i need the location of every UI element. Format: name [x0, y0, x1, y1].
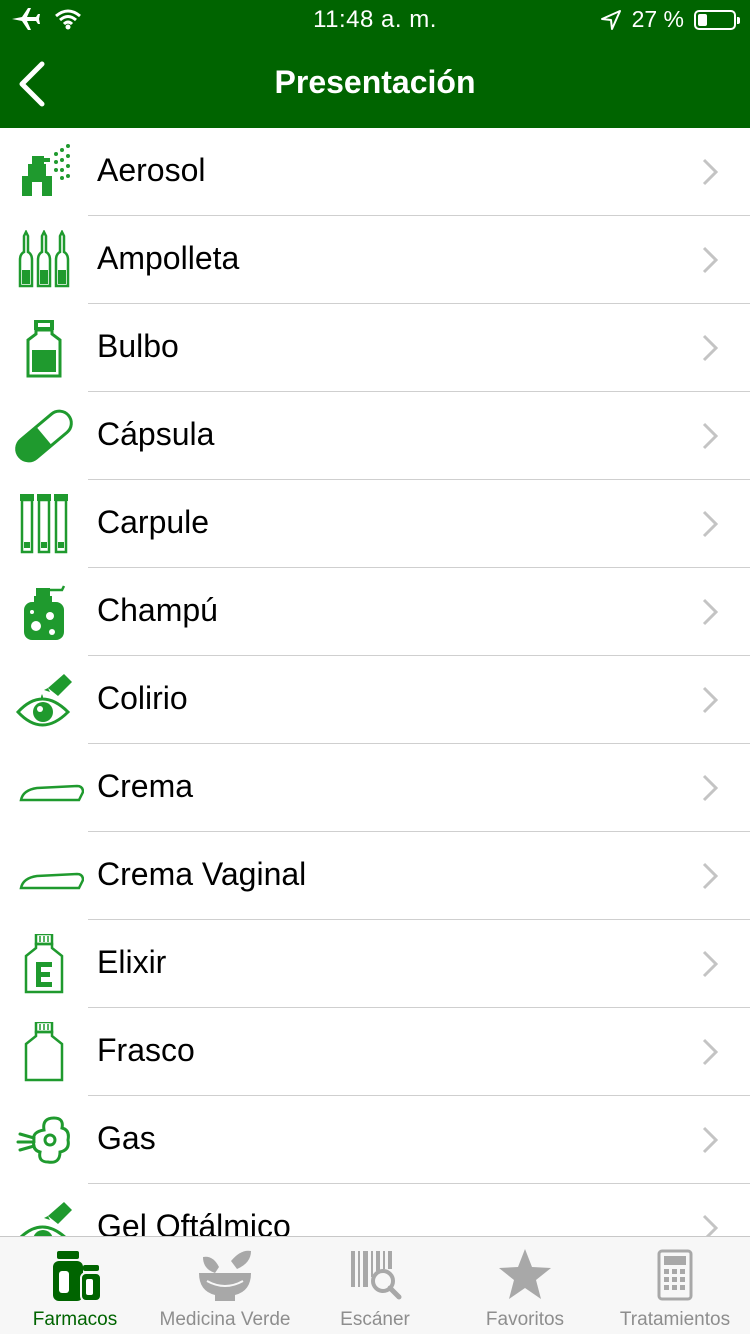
list-item-gel-oftalmico[interactable]: Gel Oftálmico [0, 1184, 750, 1236]
tab-tratamientos[interactable]: Tratamientos [600, 1237, 750, 1335]
tab-bar: Farmacos Medicina Verde Escáner Favorito… [0, 1236, 750, 1334]
mortar-leaf-icon [199, 1250, 251, 1301]
tab-label: Farmacos [32, 1309, 118, 1330]
tab-escaner[interactable]: Escáner [300, 1237, 450, 1335]
list-item-label: Ampolleta [97, 240, 240, 276]
vial-icon [26, 320, 62, 378]
location-arrow-icon [600, 9, 621, 30]
barcode-scan-icon [351, 1251, 402, 1300]
list-item-label: Colirio [97, 680, 188, 716]
list-item-carpule[interactable]: Carpule [0, 480, 750, 568]
list-item-bulbo[interactable]: Bulbo [0, 304, 750, 392]
list-item-champu[interactable]: Champú [0, 568, 750, 656]
list-item-label: Cápsula [97, 416, 215, 452]
eye-gel-icon [20, 1202, 72, 1236]
chevron-right-icon [702, 158, 718, 186]
battery-percent: 27 % [631, 6, 684, 32]
chevron-right-icon [702, 862, 718, 890]
list-item-label: Bulbo [97, 328, 179, 364]
calculator-icon [657, 1249, 693, 1301]
tab-label: Medicina Verde [159, 1309, 291, 1330]
presentation-list[interactable]: Aerosol Ampolleta Bulbo Cápsula Carpule … [0, 128, 750, 1236]
list-item-label: Gel Oftálmico [97, 1208, 291, 1236]
list-item-ampolleta[interactable]: Ampolleta [0, 216, 750, 304]
chevron-right-icon [702, 950, 718, 978]
list-item-label: Aerosol [97, 152, 206, 188]
carpule-icon [20, 494, 68, 554]
chevron-right-icon [702, 686, 718, 714]
star-icon [499, 1249, 551, 1299]
chevron-right-icon [702, 1038, 718, 1066]
list-item-colirio[interactable]: Colirio [0, 656, 750, 744]
tab-medicina-verde[interactable]: Medicina Verde [150, 1237, 300, 1335]
list-item-capsula[interactable]: Cápsula [0, 392, 750, 480]
elixir-icon [24, 934, 64, 994]
eye-drops-icon [15, 674, 72, 727]
gas-icon [16, 1116, 70, 1164]
status-bar: 11:48 a. m. 27 % [0, 0, 750, 40]
chevron-right-icon [702, 246, 718, 274]
list-item-label: Crema [97, 768, 194, 804]
list-item-crema[interactable]: Crema [0, 744, 750, 832]
chevron-right-icon [702, 774, 718, 802]
tab-label: Tratamientos [619, 1309, 731, 1330]
bottle-icon [24, 1022, 64, 1082]
list-item-label: Champú [97, 592, 218, 628]
list-item-label: Frasco [97, 1032, 195, 1068]
tab-label: Escáner [340, 1309, 410, 1330]
nav-bar: Presentación [0, 40, 750, 128]
chevron-right-icon [702, 334, 718, 362]
capsule-icon [15, 409, 73, 463]
shampoo-icon [24, 585, 66, 640]
chevron-right-icon [702, 1214, 718, 1236]
tab-farmacos[interactable]: Farmacos [0, 1237, 150, 1335]
aerosol-icon [22, 144, 70, 196]
list-item-label: Carpule [97, 504, 210, 540]
list-item-label: Crema Vaginal [97, 856, 307, 892]
battery-fill [698, 13, 707, 26]
chevron-right-icon [702, 422, 718, 450]
list-item-aerosol[interactable]: Aerosol [0, 128, 750, 216]
tab-label: Favoritos [485, 1309, 565, 1330]
battery-nub [737, 16, 740, 24]
chevron-right-icon [702, 598, 718, 626]
ampoule-icon [18, 230, 70, 288]
list-item-gas[interactable]: Gas [0, 1096, 750, 1184]
chevron-right-icon [702, 510, 718, 538]
cream-icon [19, 872, 84, 890]
tab-favoritos[interactable]: Favoritos [450, 1237, 600, 1335]
list-item-elixir[interactable]: Elixir [0, 920, 750, 1008]
status-right: 27 % [600, 6, 740, 33]
list-item-crema-vaginal[interactable]: Crema Vaginal [0, 832, 750, 920]
list-item-label: Gas [97, 1120, 156, 1156]
cream-icon [19, 784, 84, 802]
battery-icon [694, 9, 740, 30]
chevron-right-icon [702, 1126, 718, 1154]
page-title: Presentación [274, 64, 476, 100]
list-item-label: Elixir [97, 944, 167, 980]
pill-bottles-icon [53, 1251, 102, 1302]
list-item-frasco[interactable]: Frasco [0, 1008, 750, 1096]
